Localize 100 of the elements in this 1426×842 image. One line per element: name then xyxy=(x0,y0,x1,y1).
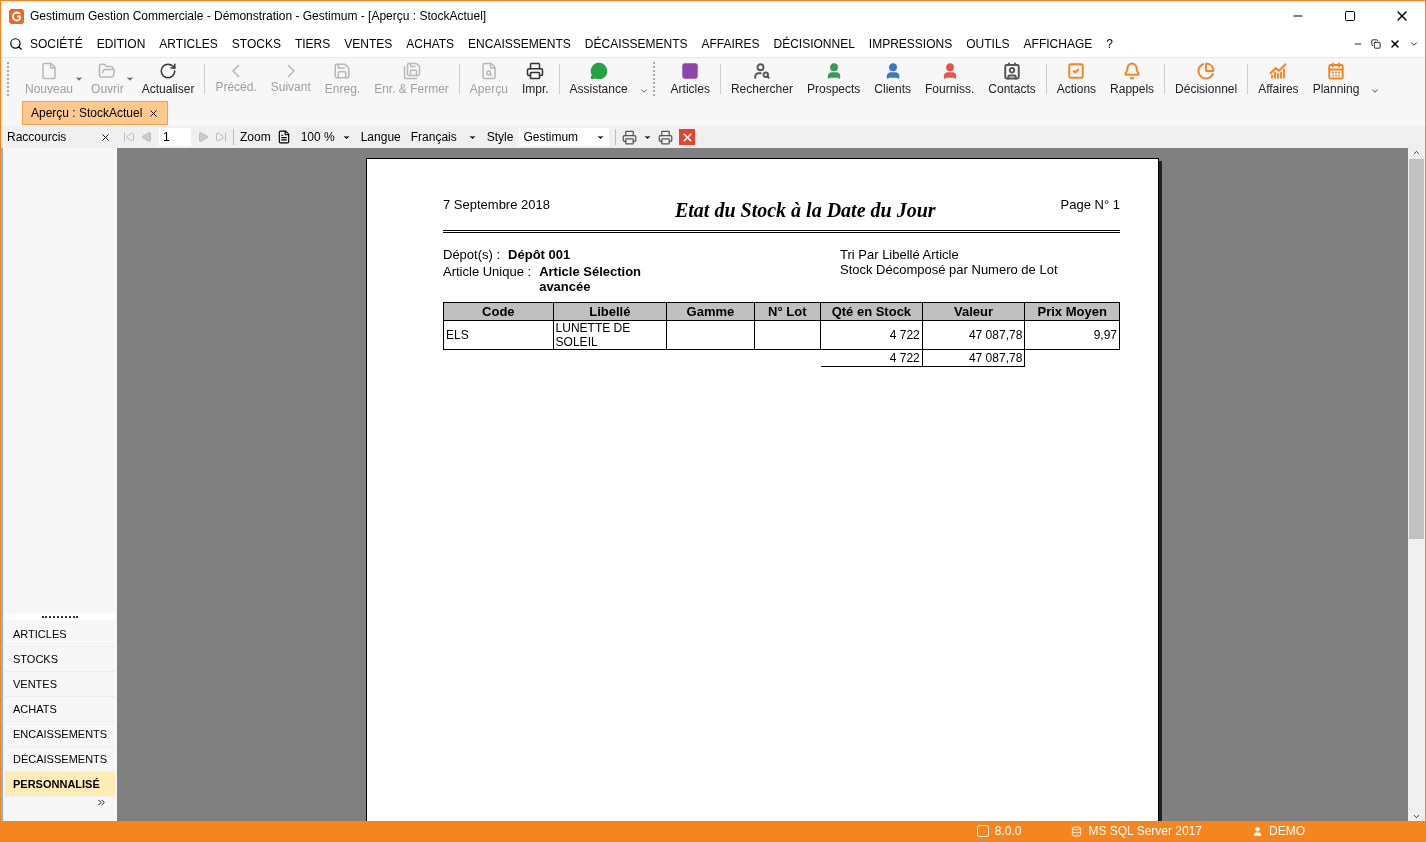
toolbar-button[interactable]: Affaires xyxy=(1251,58,1306,100)
column-header: Valeur xyxy=(922,302,1025,321)
menu-item[interactable]: IMPRESSIONS xyxy=(861,37,960,51)
report-date: 7 Septembre 2018 xyxy=(443,197,550,212)
report-note: Tri Par Libellé Article xyxy=(840,247,959,262)
app-logo-icon xyxy=(9,8,24,24)
toolbar-button[interactable]: Rechercher xyxy=(723,58,800,100)
menu-item[interactable]: SOCIÉTÉ xyxy=(23,37,90,51)
panel-title: Raccourcis xyxy=(7,130,67,144)
report-title: Etat du Stock à la Date du Jour xyxy=(674,199,936,222)
version-label: 8.0.0 xyxy=(994,824,1022,838)
overflow-icon[interactable] xyxy=(638,86,649,96)
document-tab[interactable]: Aperçu : StockActuel xyxy=(22,101,169,125)
splitter-grip[interactable] xyxy=(5,614,115,620)
preview-icon xyxy=(479,62,498,80)
refresh-icon xyxy=(159,62,178,80)
filter-label: Article Unique : xyxy=(443,264,532,281)
overflow-icon[interactable] xyxy=(1370,86,1381,96)
database-icon xyxy=(1071,825,1083,837)
menu-item[interactable]: VENTES xyxy=(337,37,400,51)
language-select[interactable]: Français xyxy=(406,128,481,146)
filter-value: Article Sélection avancée xyxy=(539,264,643,294)
table-cell xyxy=(754,320,821,350)
column-header: Libellé xyxy=(553,302,667,321)
toolbar-button[interactable]: Actions xyxy=(1049,58,1104,100)
scroll-down-icon[interactable] xyxy=(1412,812,1421,821)
column-header: Gamme xyxy=(666,302,755,321)
toolbar-button[interactable]: Clients xyxy=(867,58,918,100)
toolbar-button[interactable]: Rappels xyxy=(1103,58,1162,100)
printer-icon xyxy=(526,62,545,80)
menu-item[interactable]: ? xyxy=(1099,37,1120,51)
user-icon xyxy=(1252,825,1263,837)
chevron-left-icon xyxy=(232,64,241,78)
toolbar-button[interactable]: Décisionnel xyxy=(1168,58,1245,100)
sidebar-item[interactable]: PERSONNALISÉ xyxy=(5,772,115,797)
menu-item[interactable]: ACHATS xyxy=(399,37,462,51)
toolbar-button[interactable]: Impr. xyxy=(514,58,556,100)
save-all-icon xyxy=(402,62,421,80)
toolbar-button[interactable]: Assistance xyxy=(562,58,635,100)
close-preview-button[interactable] xyxy=(679,129,696,145)
caret-icon[interactable] xyxy=(1409,39,1419,49)
menu-item[interactable]: STOCKS xyxy=(224,37,288,51)
sidebar-item[interactable]: VENTES xyxy=(5,672,115,697)
print-setup-icon[interactable] xyxy=(658,129,674,145)
page-field[interactable]: 1 xyxy=(159,128,191,146)
chevron-right-icon xyxy=(286,64,295,78)
toolbar-button[interactable]: Fourniss. xyxy=(918,58,982,100)
sidebar-item[interactable]: ARTICLES xyxy=(5,622,115,647)
close-icon[interactable] xyxy=(148,107,160,119)
sidebar-item[interactable]: STOCKS xyxy=(5,647,115,672)
search-icon[interactable] xyxy=(9,37,23,51)
menu-item[interactable]: TIERS xyxy=(287,37,338,51)
printer-icon[interactable] xyxy=(622,129,638,145)
scrollbar[interactable] xyxy=(1408,148,1425,821)
more-icon[interactable] xyxy=(96,797,107,808)
page-number: Page N° 1 xyxy=(1060,197,1120,212)
table-cell: 4 722 xyxy=(820,320,923,350)
file-icon xyxy=(40,62,58,80)
chat-icon xyxy=(589,62,608,80)
close-icon[interactable] xyxy=(100,131,111,143)
maximize-icon[interactable] xyxy=(1344,10,1356,22)
toolbar-button[interactable]: Contacts xyxy=(981,58,1043,100)
toolbar-button[interactable]: Actualiser xyxy=(134,58,202,100)
page-icon xyxy=(276,130,291,144)
server-label: MS SQL Server 2017 xyxy=(1088,824,1202,838)
table-cell: 47 087,78 xyxy=(922,320,1025,350)
sidebar-item[interactable]: ENCAISSEMENTS xyxy=(5,722,115,747)
folder-icon xyxy=(98,62,117,80)
column-header: Qté en Stock xyxy=(820,302,923,321)
filter-label: Dépot(s) : xyxy=(443,247,501,262)
filter-value: Dépôt 001 xyxy=(508,247,572,262)
menu-item[interactable]: ENCAISSEMENTS xyxy=(461,37,578,51)
sidebar-item[interactable]: ACHATS xyxy=(5,697,115,722)
toolbar-button[interactable]: Prospects xyxy=(799,58,868,100)
report-note: Stock Décomposé par Numero de Lot xyxy=(840,262,1058,277)
save-icon xyxy=(333,62,352,80)
menu-item[interactable]: DÉCAISSEMENTS xyxy=(577,37,695,51)
menu-item[interactable]: EDITION xyxy=(89,37,153,51)
table-cell: LUNETTE DE SOLEIL xyxy=(553,320,667,350)
column-header: Prix Moyen xyxy=(1024,302,1120,321)
menu-item[interactable]: OUTILS xyxy=(959,37,1017,51)
scroll-up-icon[interactable] xyxy=(1412,148,1421,157)
toolbar-button[interactable]: Articles xyxy=(663,58,717,100)
menu-item[interactable]: DÉCISIONNEL xyxy=(766,37,862,51)
style-label: Style xyxy=(486,130,514,144)
zoom-select[interactable]: 100 % xyxy=(296,128,355,146)
table-cell: ELS xyxy=(443,320,554,350)
menu-item[interactable]: ARTICLES xyxy=(152,37,225,51)
close-icon[interactable] xyxy=(1389,38,1401,50)
menu-item[interactable]: AFFICHAGE xyxy=(1016,37,1100,51)
menu-item[interactable]: AFFAIRES xyxy=(694,37,767,51)
zoom-label: Zoom xyxy=(240,130,271,144)
restore-icon[interactable] xyxy=(1371,39,1381,49)
toolbar-button[interactable]: Planning xyxy=(1305,58,1367,100)
column-header: Code xyxy=(443,302,554,321)
window-title: Gestimum Gestion Commerciale - Démonstration - Gestimum - [Aperçu : StockActuel] xyxy=(30,9,488,23)
table-cell: 9,97 xyxy=(1024,320,1120,350)
total-cell: 47 087,78 xyxy=(922,349,1025,367)
style-select[interactable]: Gestimum xyxy=(519,128,610,146)
close-icon xyxy=(680,130,694,144)
